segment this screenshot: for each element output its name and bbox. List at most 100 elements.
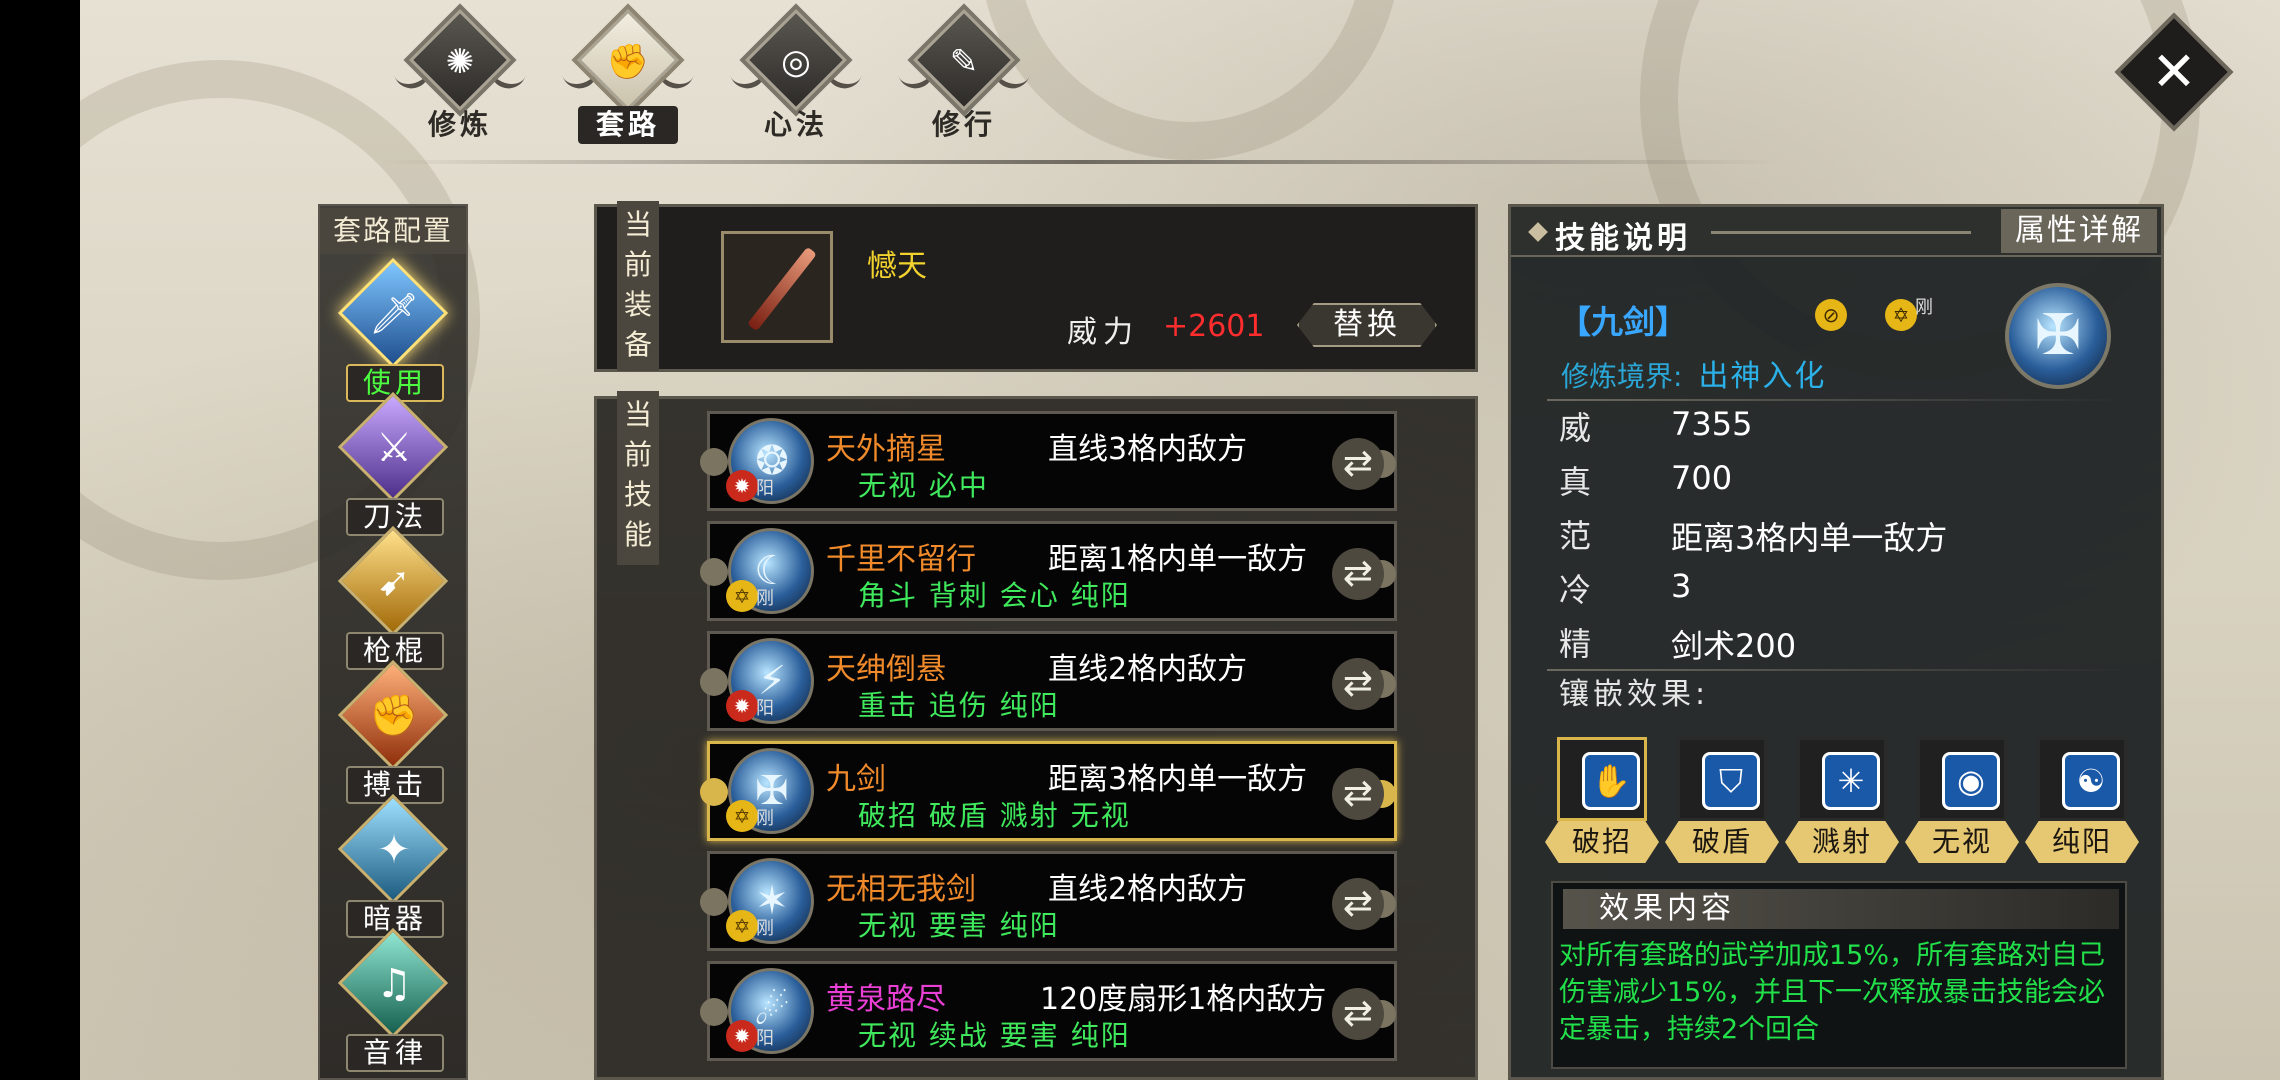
gem-label: 纯阳: [2025, 821, 2139, 863]
weapon-icon: [747, 246, 817, 332]
skill-row[interactable]: ⚡ ✹ 阳 天绅倒悬 直线2格内敌方 重击 追伤 纯阳 ⇄: [700, 631, 1397, 731]
badge-tag: 刚: [1915, 297, 1933, 318]
tab-routine[interactable]: ✊ 套路: [558, 3, 698, 144]
game-screen: ✺ 修炼 ✊ 套路 ◎ 心法 ✎ 修行 ✕ 套路配置 🗡 使用 ⚔ 刀法 ➹ 枪…: [80, 0, 2280, 1080]
category-in-use[interactable]: 🗡 使用中: [330, 257, 460, 433]
skill-name: 无相无我剑: [826, 872, 976, 907]
divider: [1547, 399, 2127, 401]
yang-badge-icon: ✹: [726, 1020, 758, 1052]
routine-category-panel: 套路配置 🗡 使用中 ⚔ 刀法 ➹ 枪棍 ✊ 搏击 ✦ 暗器 ♫: [318, 204, 468, 1080]
shield-icon: ⛉: [1702, 752, 1760, 810]
stat-value: 3: [1671, 567, 1692, 605]
skill-description-panel: 技能说明 属性详解 【九剑】 ⊘ ✡ 刚 ✠ 修炼境界: 出神入化 威 7355 …: [1508, 204, 2164, 1080]
tab-label: 修炼: [427, 108, 492, 141]
selected-skill-name: 【九剑】: [1559, 303, 1688, 341]
inlay-gem[interactable]: ◉ 无视: [1905, 737, 2019, 863]
skill-name: 黄泉路尽: [826, 982, 946, 1017]
skill-range: 直线2格内敌方: [1048, 872, 1248, 907]
skill-name: 九剑: [826, 762, 886, 797]
skill-row[interactable]: ✶ ✡ 刚 无相无我剑 直线2格内敌方 无视 要害 纯阳 ⇄: [700, 851, 1397, 951]
cultivation-realm: 修炼境界: 出神入化: [1561, 351, 1826, 395]
swap-icon[interactable]: ⇄: [1332, 658, 1384, 710]
description-title: 技能说明: [1555, 221, 1691, 256]
replace-button[interactable]: 替换: [1297, 303, 1437, 347]
current-equipment-panel: 当前装备 憾天 威力 +2601 替换: [594, 201, 1478, 372]
burst-icon: ✳: [1822, 752, 1880, 810]
swap-icon[interactable]: ⇄: [1332, 438, 1384, 490]
sword-icon: 🗡: [368, 291, 420, 337]
skill-tag: 阳: [756, 698, 774, 719]
inlay-effects-title: 镶嵌效果:: [1559, 677, 1710, 712]
swap-icon[interactable]: ⇄: [1332, 548, 1384, 600]
skill-name: 天外摘星: [826, 432, 946, 467]
skill-range: 距离3格内单一敌方: [1048, 762, 1308, 797]
yang-badge-icon: ✹: [726, 470, 758, 502]
fist-icon: ✊: [606, 42, 650, 82]
tab-practice[interactable]: ✎ 修行: [894, 3, 1034, 144]
tab-label: 心法: [763, 108, 828, 141]
stat-key: 精: [1559, 625, 1592, 663]
inlay-gem[interactable]: ✳ 溅射: [1785, 737, 1899, 863]
realm-label: 修炼境界:: [1561, 360, 1683, 393]
skill-effects: 无视 续战 要害 纯阳: [858, 1019, 1131, 1052]
category-panel-title: 套路配置: [320, 208, 466, 254]
category-fist[interactable]: ✊ 搏击: [330, 659, 460, 804]
description-header: 技能说明 属性详解: [1511, 207, 2161, 257]
stat-value: 700: [1671, 459, 1733, 497]
category-music[interactable]: ♫ 音律: [330, 927, 460, 1072]
effect-content-title: 效果内容: [1563, 889, 2119, 929]
top-tab-bar: ✺ 修炼 ✊ 套路 ◎ 心法 ✎ 修行: [390, 3, 1034, 144]
close-icon: ✕: [2151, 40, 2197, 103]
tab-mind-method[interactable]: ◎ 心法: [726, 3, 866, 144]
skill-name: 千里不留行: [826, 542, 976, 577]
category-blade[interactable]: ⚔ 刀法: [330, 391, 460, 536]
gang-badge-icon: ✡: [1885, 299, 1917, 331]
stat-value: 剑术200: [1671, 627, 1797, 665]
power-label: 威力: [1067, 315, 1139, 350]
attribute-detail-button[interactable]: 属性详解: [2001, 209, 2157, 253]
skill-row[interactable]: ❂ ✹ 阳 天外摘星 直线3格内敌方 无视 必中 ⇄: [700, 411, 1397, 511]
diamond-icon: [1528, 222, 1548, 242]
equipment-panel-label: 当前装备: [617, 201, 659, 371]
scroll-icon: ✎: [949, 42, 979, 82]
inlay-gem[interactable]: ✋ 破招: [1545, 737, 1659, 863]
skill-row[interactable]: ☾ ✡ 刚 千里不留行 距离1格内单一敌方 角斗 背刺 会心 纯阳 ⇄: [700, 521, 1397, 621]
inlay-gem[interactable]: ⛉ 破盾: [1665, 737, 1779, 863]
skill-range: 距离1格内单一敌方: [1048, 542, 1308, 577]
equipment-slot[interactable]: [721, 231, 833, 343]
swap-icon[interactable]: ⇄: [1332, 988, 1384, 1040]
skill-row-selected[interactable]: ✠ ✡ 刚 九剑 距离3格内单一敌方 破招 破盾 溅射 无视 ⇄: [700, 741, 1397, 841]
skill-tag: 阳: [756, 1028, 774, 1049]
gem-label: 无视: [1905, 821, 2019, 863]
tab-cultivate[interactable]: ✺ 修炼: [390, 3, 530, 144]
skill-row[interactable]: ☄ ✹ 阳 黄泉路尽 120度扇形1格内敌方 无视 续战 要害 纯阳 ⇄: [700, 961, 1397, 1061]
effect-content-box: 效果内容 对所有套路的武学加成15%，所有套路对自己伤害减少15%，并且下一次释…: [1551, 881, 2127, 1069]
swirl-icon: ◎: [781, 42, 811, 82]
inlay-gem[interactable]: ☯ 纯阳: [2025, 737, 2139, 863]
category-hidden-weapon[interactable]: ✦ 暗器: [330, 793, 460, 938]
yinyang-icon: ☯: [2062, 752, 2120, 810]
skill-effects: 无视 要害 纯阳: [858, 909, 1060, 942]
skill-effects: 破招 破盾 溅射 无视: [858, 799, 1131, 832]
skill-effects: 重击 追伤 纯阳: [858, 689, 1060, 722]
effect-content-text: 对所有套路的武学加成15%，所有套路对自己伤害减少15%，并且下一次释放暴击技能…: [1559, 940, 2106, 1045]
lute-icon: ♫: [376, 961, 412, 1007]
skill-range: 直线3格内敌方: [1048, 432, 1248, 467]
gang-badge-icon: ✡: [726, 800, 758, 832]
skills-panel-label: 当前技能: [617, 391, 659, 565]
skill-tag: 刚: [756, 808, 774, 829]
stat-key: 真: [1559, 463, 1592, 501]
skill-tag: 阳: [756, 478, 774, 499]
category-spear[interactable]: ➹ 枪棍: [330, 525, 460, 670]
stat-value: 距离3格内单一敌方: [1671, 519, 1948, 557]
current-skills-panel: 当前技能 ❂ ✹ 阳 天外摘星 直线3格内敌方 无视 必中 ⇄ ☾ ✡ 刚 千里…: [594, 391, 1478, 1080]
swap-icon[interactable]: ⇄: [1332, 768, 1384, 820]
skill-range: 直线2格内敌方: [1048, 652, 1248, 687]
dart-icon: ✦: [377, 827, 411, 873]
stat-key: 冷: [1559, 571, 1592, 609]
skill-tag: 刚: [756, 588, 774, 609]
skill-effects: 无视 必中: [858, 469, 989, 502]
tab-label: 修行: [931, 108, 996, 141]
swap-icon[interactable]: ⇄: [1332, 878, 1384, 930]
gem-label: 溅射: [1785, 821, 1899, 863]
